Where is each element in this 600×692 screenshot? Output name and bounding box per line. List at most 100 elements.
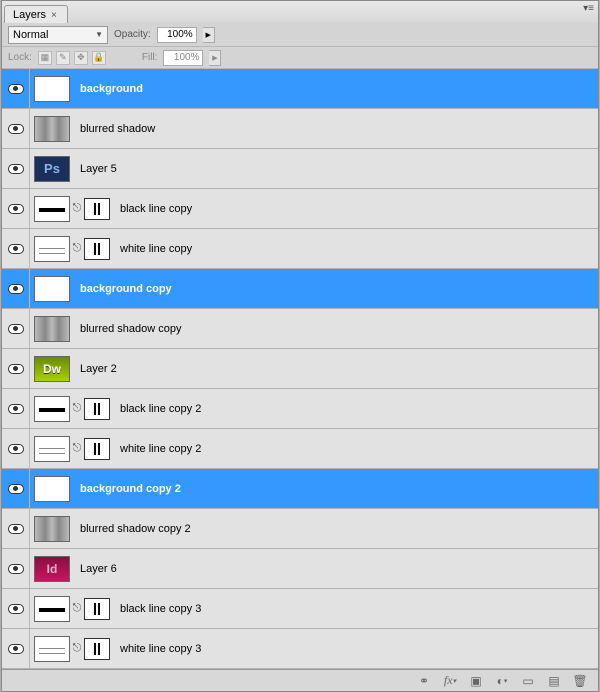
mask-link-icon[interactable]: ⎋: [73, 438, 81, 460]
layer-thumbnail[interactable]: Dw: [34, 356, 70, 382]
visibility-toggle[interactable]: [2, 189, 30, 228]
thumbnail-group: [30, 276, 70, 302]
layer-row[interactable]: background copy: [2, 269, 598, 309]
lock-position-icon[interactable]: ✥: [74, 51, 88, 65]
panel-menu-icon[interactable]: ▾≡: [583, 3, 594, 14]
layer-row[interactable]: background copy 2: [2, 469, 598, 509]
layer-row[interactable]: ⎋ white line copy: [2, 229, 598, 269]
lock-transparency-icon[interactable]: ▦: [38, 51, 52, 65]
lock-pixels-icon[interactable]: ✎: [56, 51, 70, 65]
mask-link-icon[interactable]: ⎋: [73, 598, 81, 620]
layer-name[interactable]: Layer 2: [70, 363, 117, 375]
visibility-toggle[interactable]: [2, 269, 30, 308]
layer-row[interactable]: ⎋ black line copy 3: [2, 589, 598, 629]
layer-thumbnail[interactable]: [34, 276, 70, 302]
adjustment-layer-icon[interactable]: ◐▾: [494, 673, 510, 689]
blend-mode-select[interactable]: Normal ▼: [8, 26, 108, 44]
visibility-toggle[interactable]: [2, 229, 30, 268]
fill-input[interactable]: 100%: [163, 50, 203, 66]
layer-row[interactable]: IdLayer 6: [2, 549, 598, 589]
visibility-toggle[interactable]: [2, 429, 30, 468]
layer-name[interactable]: white line copy 2: [110, 443, 201, 455]
layer-name[interactable]: background: [70, 83, 143, 95]
layer-mask-thumbnail[interactable]: [84, 398, 110, 420]
layer-row[interactable]: blurred shadow: [2, 109, 598, 149]
layer-name[interactable]: blurred shadow: [70, 123, 155, 135]
layer-thumbnail[interactable]: [34, 516, 70, 542]
layer-thumbnail[interactable]: [34, 476, 70, 502]
layer-mask-icon[interactable]: ▣: [468, 673, 484, 689]
fill-flyout-icon[interactable]: ▶: [209, 50, 221, 66]
mask-link-icon[interactable]: ⎋: [73, 198, 81, 220]
layer-name[interactable]: Layer 5: [70, 163, 117, 175]
visibility-toggle[interactable]: [2, 509, 30, 548]
layer-name[interactable]: background copy: [70, 283, 172, 295]
layer-thumbnail[interactable]: [34, 436, 70, 462]
layer-row[interactable]: background: [2, 69, 598, 109]
layer-name[interactable]: black line copy 2: [110, 403, 201, 415]
layer-thumbnail[interactable]: [34, 316, 70, 342]
layer-row[interactable]: PsLayer 5: [2, 149, 598, 189]
eye-icon: [8, 604, 24, 614]
mask-link-icon[interactable]: ⎋: [73, 398, 81, 420]
layer-row[interactable]: blurred shadow copy 2: [2, 509, 598, 549]
visibility-toggle[interactable]: [2, 549, 30, 588]
layer-name[interactable]: black line copy 3: [110, 603, 201, 615]
opacity-flyout-icon[interactable]: ▶: [203, 27, 215, 43]
visibility-toggle[interactable]: [2, 589, 30, 628]
layer-thumbnail[interactable]: [34, 396, 70, 422]
layer-thumbnail[interactable]: [34, 116, 70, 142]
visibility-toggle[interactable]: [2, 629, 30, 668]
layer-thumbnail[interactable]: [34, 636, 70, 662]
fx-icon[interactable]: fx▾: [442, 673, 458, 689]
layers-panel: ▾≡ Layers × Normal ▼ Opacity: 100% ▶ Loc…: [1, 0, 599, 692]
layer-thumbnail[interactable]: [34, 236, 70, 262]
trash-icon[interactable]: 🗑: [572, 673, 588, 689]
layer-thumbnail[interactable]: [34, 76, 70, 102]
layer-row[interactable]: DwLayer 2: [2, 349, 598, 389]
close-icon[interactable]: ×: [51, 10, 57, 21]
layer-row[interactable]: ⎋ black line copy: [2, 189, 598, 229]
eye-icon: [8, 324, 24, 334]
visibility-toggle[interactable]: [2, 469, 30, 508]
layer-mask-thumbnail[interactable]: [84, 198, 110, 220]
visibility-toggle[interactable]: [2, 149, 30, 188]
layer-mask-thumbnail[interactable]: [84, 438, 110, 460]
visibility-toggle[interactable]: [2, 109, 30, 148]
link-layers-icon[interactable]: ⚭: [416, 673, 432, 689]
layer-name[interactable]: background copy 2: [70, 483, 181, 495]
layer-row[interactable]: ⎋ white line copy 2: [2, 429, 598, 469]
layer-name[interactable]: black line copy: [110, 203, 192, 215]
visibility-toggle[interactable]: [2, 389, 30, 428]
new-layer-icon[interactable]: ▤: [546, 673, 562, 689]
layer-name[interactable]: blurred shadow copy 2: [70, 523, 191, 535]
visibility-toggle[interactable]: [2, 69, 30, 108]
layer-name[interactable]: white line copy 3: [110, 643, 201, 655]
layer-name[interactable]: white line copy: [110, 243, 192, 255]
mask-link-icon[interactable]: ⎋: [73, 238, 81, 260]
layer-thumbnail[interactable]: [34, 196, 70, 222]
layer-name[interactable]: Layer 6: [70, 563, 117, 575]
layer-mask-thumbnail[interactable]: [84, 638, 110, 660]
visibility-toggle[interactable]: [2, 309, 30, 348]
group-icon[interactable]: ▭: [520, 673, 536, 689]
layer-thumbnail[interactable]: Id: [34, 556, 70, 582]
layer-row[interactable]: blurred shadow copy: [2, 309, 598, 349]
eye-icon: [8, 204, 24, 214]
tab-layers[interactable]: Layers ×: [4, 5, 68, 23]
thumbnail-group: [30, 76, 70, 102]
mask-link-icon[interactable]: ⎋: [73, 638, 81, 660]
eye-icon: [8, 164, 24, 174]
eye-icon: [8, 444, 24, 454]
layer-row[interactable]: ⎋ white line copy 3: [2, 629, 598, 669]
eye-icon: [8, 244, 24, 254]
layer-thumbnail[interactable]: Ps: [34, 156, 70, 182]
layer-mask-thumbnail[interactable]: [84, 238, 110, 260]
layer-mask-thumbnail[interactable]: [84, 598, 110, 620]
opacity-input[interactable]: 100%: [157, 27, 197, 43]
layer-thumbnail[interactable]: [34, 596, 70, 622]
layer-name[interactable]: blurred shadow copy: [70, 323, 182, 335]
lock-all-icon[interactable]: 🔒: [92, 51, 106, 65]
layer-row[interactable]: ⎋ black line copy 2: [2, 389, 598, 429]
visibility-toggle[interactable]: [2, 349, 30, 388]
